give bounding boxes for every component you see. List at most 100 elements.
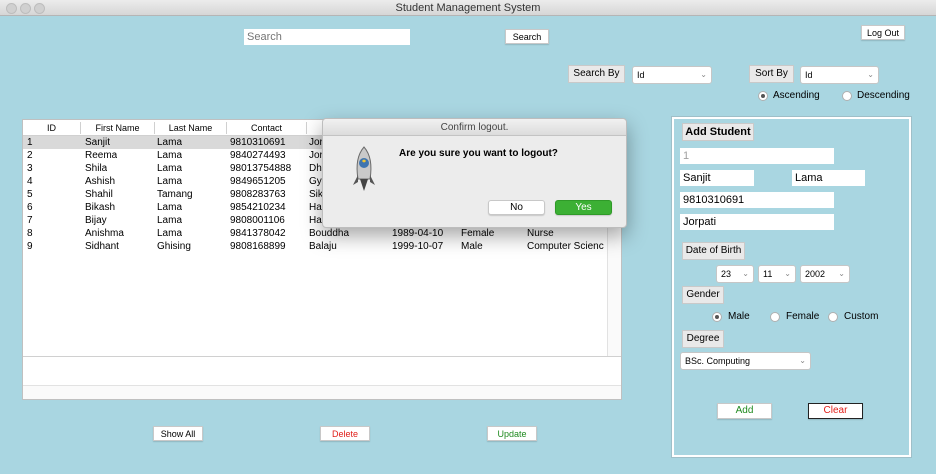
confirm-logout-dialog: Confirm logout. Are you sure you want to… (322, 118, 627, 228)
table-cell-last: Lama (157, 150, 183, 161)
first-name-field[interactable] (680, 170, 754, 186)
search-by-value: Id (637, 70, 645, 80)
table-cell-last: Lama (157, 163, 183, 174)
table-cell-degree: Computer Scienc (527, 241, 604, 252)
ascending-radio[interactable] (758, 91, 768, 101)
column-header-id[interactable]: ID (23, 122, 81, 134)
table-cell-first: Bijay (85, 215, 107, 226)
degree-select[interactable]: BSc. Computing ⌄ (680, 352, 811, 370)
add-button[interactable]: Add (717, 403, 772, 419)
logout-button[interactable]: Log Out (861, 25, 905, 40)
show-all-button[interactable]: Show All (153, 426, 203, 441)
dialog-yes-button[interactable]: Yes (555, 200, 612, 215)
table-cell-last: Ghising (157, 241, 191, 252)
table-horizontal-scrollbar[interactable] (23, 385, 621, 399)
table-cell-id: 9 (27, 241, 33, 252)
dob-year-value: 2002 (805, 269, 826, 279)
table-cell-dob: 1989-04-10 (392, 228, 444, 239)
dob-month-value: 11 (763, 269, 773, 279)
table-cell-id: 5 (27, 189, 33, 200)
contact-field[interactable] (680, 192, 834, 208)
table-cell-id: 6 (27, 202, 33, 213)
table-cell-first: Ashish (85, 176, 116, 187)
window-title-bar: Student Management System (0, 0, 936, 16)
sort-by-label: Sort By (749, 65, 794, 83)
table-cell-first: Shahil (85, 189, 113, 200)
table-cell-contact: 9808283763 (230, 189, 286, 200)
table-cell-contact: 9841378042 (230, 228, 286, 239)
table-cell-first: Anishma (85, 228, 124, 239)
table-cell-dob: 1999-10-07 (392, 241, 444, 252)
table-cell-contact: 9808001106 (230, 215, 285, 226)
address-field[interactable] (680, 214, 834, 230)
table-cell-gender: Male (461, 241, 483, 252)
last-name-field[interactable] (792, 170, 865, 186)
dialog-message: Are you sure you want to logout? (399, 148, 558, 159)
gender-female-label: Female (786, 311, 820, 322)
clear-button[interactable]: Clear (808, 403, 863, 419)
table-cell-contact: 98013754888 (230, 163, 292, 174)
table-row[interactable]: 8 Anishma Lama 9841378042 Bouddha 1989-04-10 F… (23, 227, 607, 240)
chevron-down-icon: ⌄ (784, 269, 791, 278)
table-cell-contact: 9808168899 (230, 241, 286, 252)
table-cell-id: 1 (27, 137, 33, 148)
table-cell-contact: 9810310691 (230, 137, 286, 148)
gender-male-radio[interactable] (712, 312, 722, 322)
table-cell-last: Lama (157, 202, 183, 213)
sort-by-select[interactable]: Id ⌄ (800, 66, 879, 84)
descending-radio[interactable] (842, 91, 852, 101)
table-cell-first: Sidhant (85, 241, 119, 252)
python-rocket-icon (351, 145, 377, 193)
table-cell-gender: Female (461, 228, 495, 239)
degree-value: BSc. Computing (685, 356, 751, 366)
table-cell-contact: 9840274493 (230, 150, 286, 161)
dob-label: Date of Birth (682, 242, 745, 260)
table-cell-degree: Nurse (527, 228, 554, 239)
table-cell-address: Bouddha (309, 228, 350, 239)
column-header-contact[interactable]: Contact (227, 122, 307, 134)
chevron-down-icon: ⌄ (742, 269, 749, 278)
search-input[interactable] (244, 29, 410, 45)
table-divider (23, 356, 621, 357)
sort-by-value: Id (805, 70, 813, 80)
table-cell-first: Shila (85, 163, 108, 174)
student-id-field[interactable] (680, 148, 834, 164)
chevron-down-icon: ⌄ (799, 356, 806, 365)
degree-label: Degree (682, 330, 724, 348)
gender-female-radio[interactable] (770, 312, 780, 322)
dialog-title: Confirm logout. (323, 119, 626, 136)
dob-month-select[interactable]: 11 ⌄ (758, 265, 796, 283)
gender-custom-label: Custom (844, 311, 879, 322)
dob-day-value: 23 (721, 269, 732, 279)
gender-custom-radio[interactable] (828, 312, 838, 322)
search-by-label: Search By (568, 65, 625, 83)
table-cell-id: 8 (27, 228, 33, 239)
chevron-down-icon: ⌄ (700, 70, 707, 79)
search-by-select[interactable]: Id ⌄ (632, 66, 712, 84)
table-cell-contact: 9854210234 (230, 202, 286, 213)
table-cell-last: Lama (157, 137, 183, 148)
table-cell-id: 2 (27, 150, 33, 161)
table-cell-id: 7 (27, 215, 33, 226)
dialog-no-button[interactable]: No (488, 200, 545, 215)
table-cell-first: Sanjit (85, 137, 111, 148)
table-cell-contact: 9849651205 (230, 176, 286, 187)
search-button[interactable]: Search (505, 29, 549, 44)
ascending-label: Ascending (773, 90, 820, 101)
chevron-down-icon: ⌄ (867, 70, 874, 79)
chevron-down-icon: ⌄ (838, 269, 845, 278)
window-title: Student Management System (395, 2, 541, 14)
table-cell-last: Lama (157, 228, 183, 239)
delete-button[interactable]: Delete (320, 426, 370, 441)
dob-day-select[interactable]: 23 ⌄ (716, 265, 754, 283)
dob-year-select[interactable]: 2002 ⌄ (800, 265, 850, 283)
column-header-first-name[interactable]: First Name (81, 122, 155, 134)
table-cell-first: Reema (85, 150, 118, 161)
column-header-last-name[interactable]: Last Name (155, 122, 227, 134)
add-student-heading: Add Student (682, 123, 754, 141)
table-cell-first: Bikash (85, 202, 116, 213)
update-button[interactable]: Update (487, 426, 537, 441)
table-row[interactable]: 9 Sidhant Ghising 9808168899 Balaju 1999-10-0… (23, 240, 607, 253)
gender-male-label: Male (728, 311, 750, 322)
descending-label: Descending (857, 90, 910, 101)
